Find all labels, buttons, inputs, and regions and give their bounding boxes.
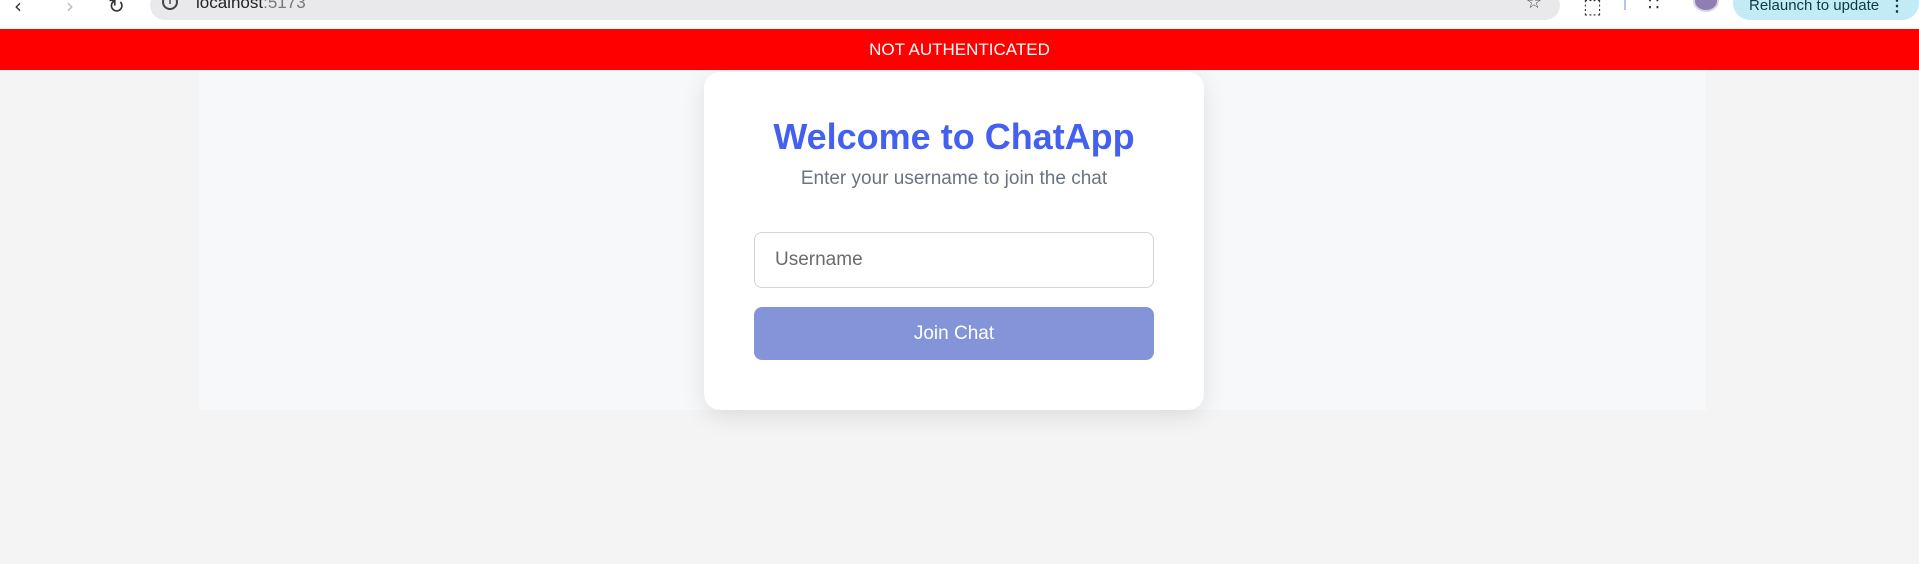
auth-status-banner: NOT AUTHENTICATED xyxy=(0,29,1919,70)
update-label: Relaunch to update xyxy=(1749,0,1880,14)
forward-icon[interactable]: › xyxy=(66,0,74,18)
extensions-icon[interactable]: ⬚ xyxy=(1583,0,1602,18)
join-chat-button[interactable]: Join Chat xyxy=(754,307,1154,360)
site-info-icon[interactable]: i xyxy=(162,0,178,10)
address-url[interactable]: localhost:5173 xyxy=(196,0,306,13)
back-icon[interactable]: ‹ xyxy=(14,0,22,18)
browser-toolbar: ‹ › ↻ i localhost:5173 ☆ ⬚ ∷ Relaunch to… xyxy=(0,0,1919,29)
profile-avatar[interactable] xyxy=(1693,0,1719,12)
username-input[interactable] xyxy=(754,232,1154,288)
page-title: Welcome to ChatApp xyxy=(773,116,1135,157)
login-card: Welcome to ChatApp Enter your username t… xyxy=(704,72,1204,410)
reload-icon[interactable]: ↻ xyxy=(108,0,125,18)
address-bar[interactable]: i localhost:5173 ☆ xyxy=(150,0,1560,20)
bookmark-star-icon[interactable]: ☆ xyxy=(1526,0,1542,13)
page-subtitle: Enter your username to join the chat xyxy=(800,168,1108,189)
cast-icon[interactable]: ∷ xyxy=(1648,0,1659,15)
relaunch-update-button[interactable]: Relaunch to update ⋮ xyxy=(1733,0,1919,20)
toolbar-divider xyxy=(1624,0,1626,10)
more-menu-icon[interactable]: ⋮ xyxy=(1889,0,1905,16)
